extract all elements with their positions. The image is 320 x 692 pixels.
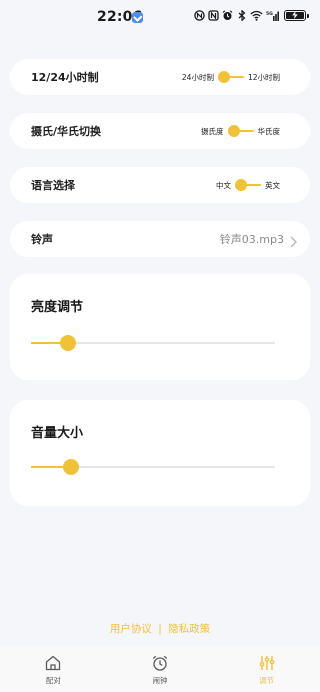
user-agreement-link[interactable]: 用户协议 — [110, 621, 152, 636]
time-format-switch[interactable]: 24小时制 12小时制 — [182, 59, 280, 95]
nfc-icon — [194, 10, 205, 21]
n-mark-icon — [208, 10, 219, 21]
language-label: 语言选择 — [31, 179, 75, 192]
privacy-policy-link[interactable]: 隐私政策 — [168, 621, 210, 636]
language-toggle[interactable] — [235, 179, 261, 191]
temperature-toggle[interactable] — [227, 125, 254, 137]
toggle-knob[interactable] — [217, 71, 230, 83]
time-format-card: 12/24小时制 24小时制 12小时制 — [10, 59, 310, 95]
brightness-card: 亮度调节 — [10, 274, 310, 380]
time-format-label: 12/24小时制 — [31, 71, 99, 84]
volume-title: 音量大小 — [31, 426, 84, 441]
brightness-title: 亮度调节 — [31, 300, 84, 315]
notification-badge-icon — [132, 12, 143, 23]
tab-label: 闹钟 — [152, 676, 168, 685]
home-icon — [44, 654, 62, 672]
toggle-knob[interactable] — [235, 179, 247, 191]
chevron-right-icon — [288, 233, 298, 248]
temperature-option-left[interactable]: 摄氏度 — [201, 126, 224, 137]
toggle-knob[interactable] — [227, 125, 240, 137]
temperature-unit-label: 摄氏/华氏切换 — [31, 125, 102, 138]
time-format-option-left[interactable]: 24小时制 — [182, 72, 214, 83]
ringtone-value: 铃声03.mp3 — [219, 233, 284, 246]
temperature-unit-switch[interactable]: 摄氏度 华氏度 — [201, 113, 280, 149]
alarm-clock-icon — [151, 654, 169, 672]
tab-label: 调节 — [259, 676, 275, 685]
ringtone-row[interactable]: 铃声 铃声03.mp3 — [10, 221, 310, 257]
time-format-toggle[interactable] — [217, 71, 244, 83]
wifi-icon — [250, 10, 263, 21]
bottom-tab-bar: 配对 闹钟 调节 — [0, 646, 320, 692]
bluetooth-icon — [236, 10, 247, 21]
language-card: 语言选择 中文 英文 — [10, 167, 310, 203]
time-format-option-right[interactable]: 12小时制 — [248, 72, 280, 83]
language-switch[interactable]: 中文 英文 — [216, 167, 280, 203]
tab-pairing[interactable]: 配对 — [0, 646, 107, 692]
alarm-icon — [222, 10, 233, 21]
signal-icon: 5G — [266, 10, 279, 21]
temperature-unit-card: 摄氏/华氏切换 摄氏度 华氏度 — [10, 113, 310, 149]
tab-label: 配对 — [45, 676, 61, 685]
tab-adjust[interactable]: 调节 — [213, 646, 320, 692]
temperature-option-right[interactable]: 华氏度 — [258, 126, 281, 137]
volume-card: 音量大小 — [10, 400, 310, 506]
footer-links: 用户协议 | 隐私政策 — [0, 621, 320, 636]
language-option-right[interactable]: 英文 — [265, 180, 280, 191]
brightness-slider-thumb[interactable] — [59, 335, 76, 351]
tab-alarm[interactable]: 闹钟 — [107, 646, 214, 692]
volume-slider-thumb[interactable] — [63, 459, 80, 475]
status-icons: 5G — [194, 10, 309, 21]
footer-separator: | — [158, 623, 162, 635]
signal-label: 5G — [266, 11, 273, 17]
volume-slider[interactable] — [31, 459, 275, 475]
battery-icon — [284, 10, 309, 21]
ringtone-label: 铃声 — [31, 233, 53, 246]
brightness-slider[interactable] — [31, 335, 275, 351]
status-bar: 22:06 5G — [0, 0, 320, 36]
sliders-icon — [258, 654, 276, 672]
language-option-left[interactable]: 中文 — [216, 180, 231, 191]
